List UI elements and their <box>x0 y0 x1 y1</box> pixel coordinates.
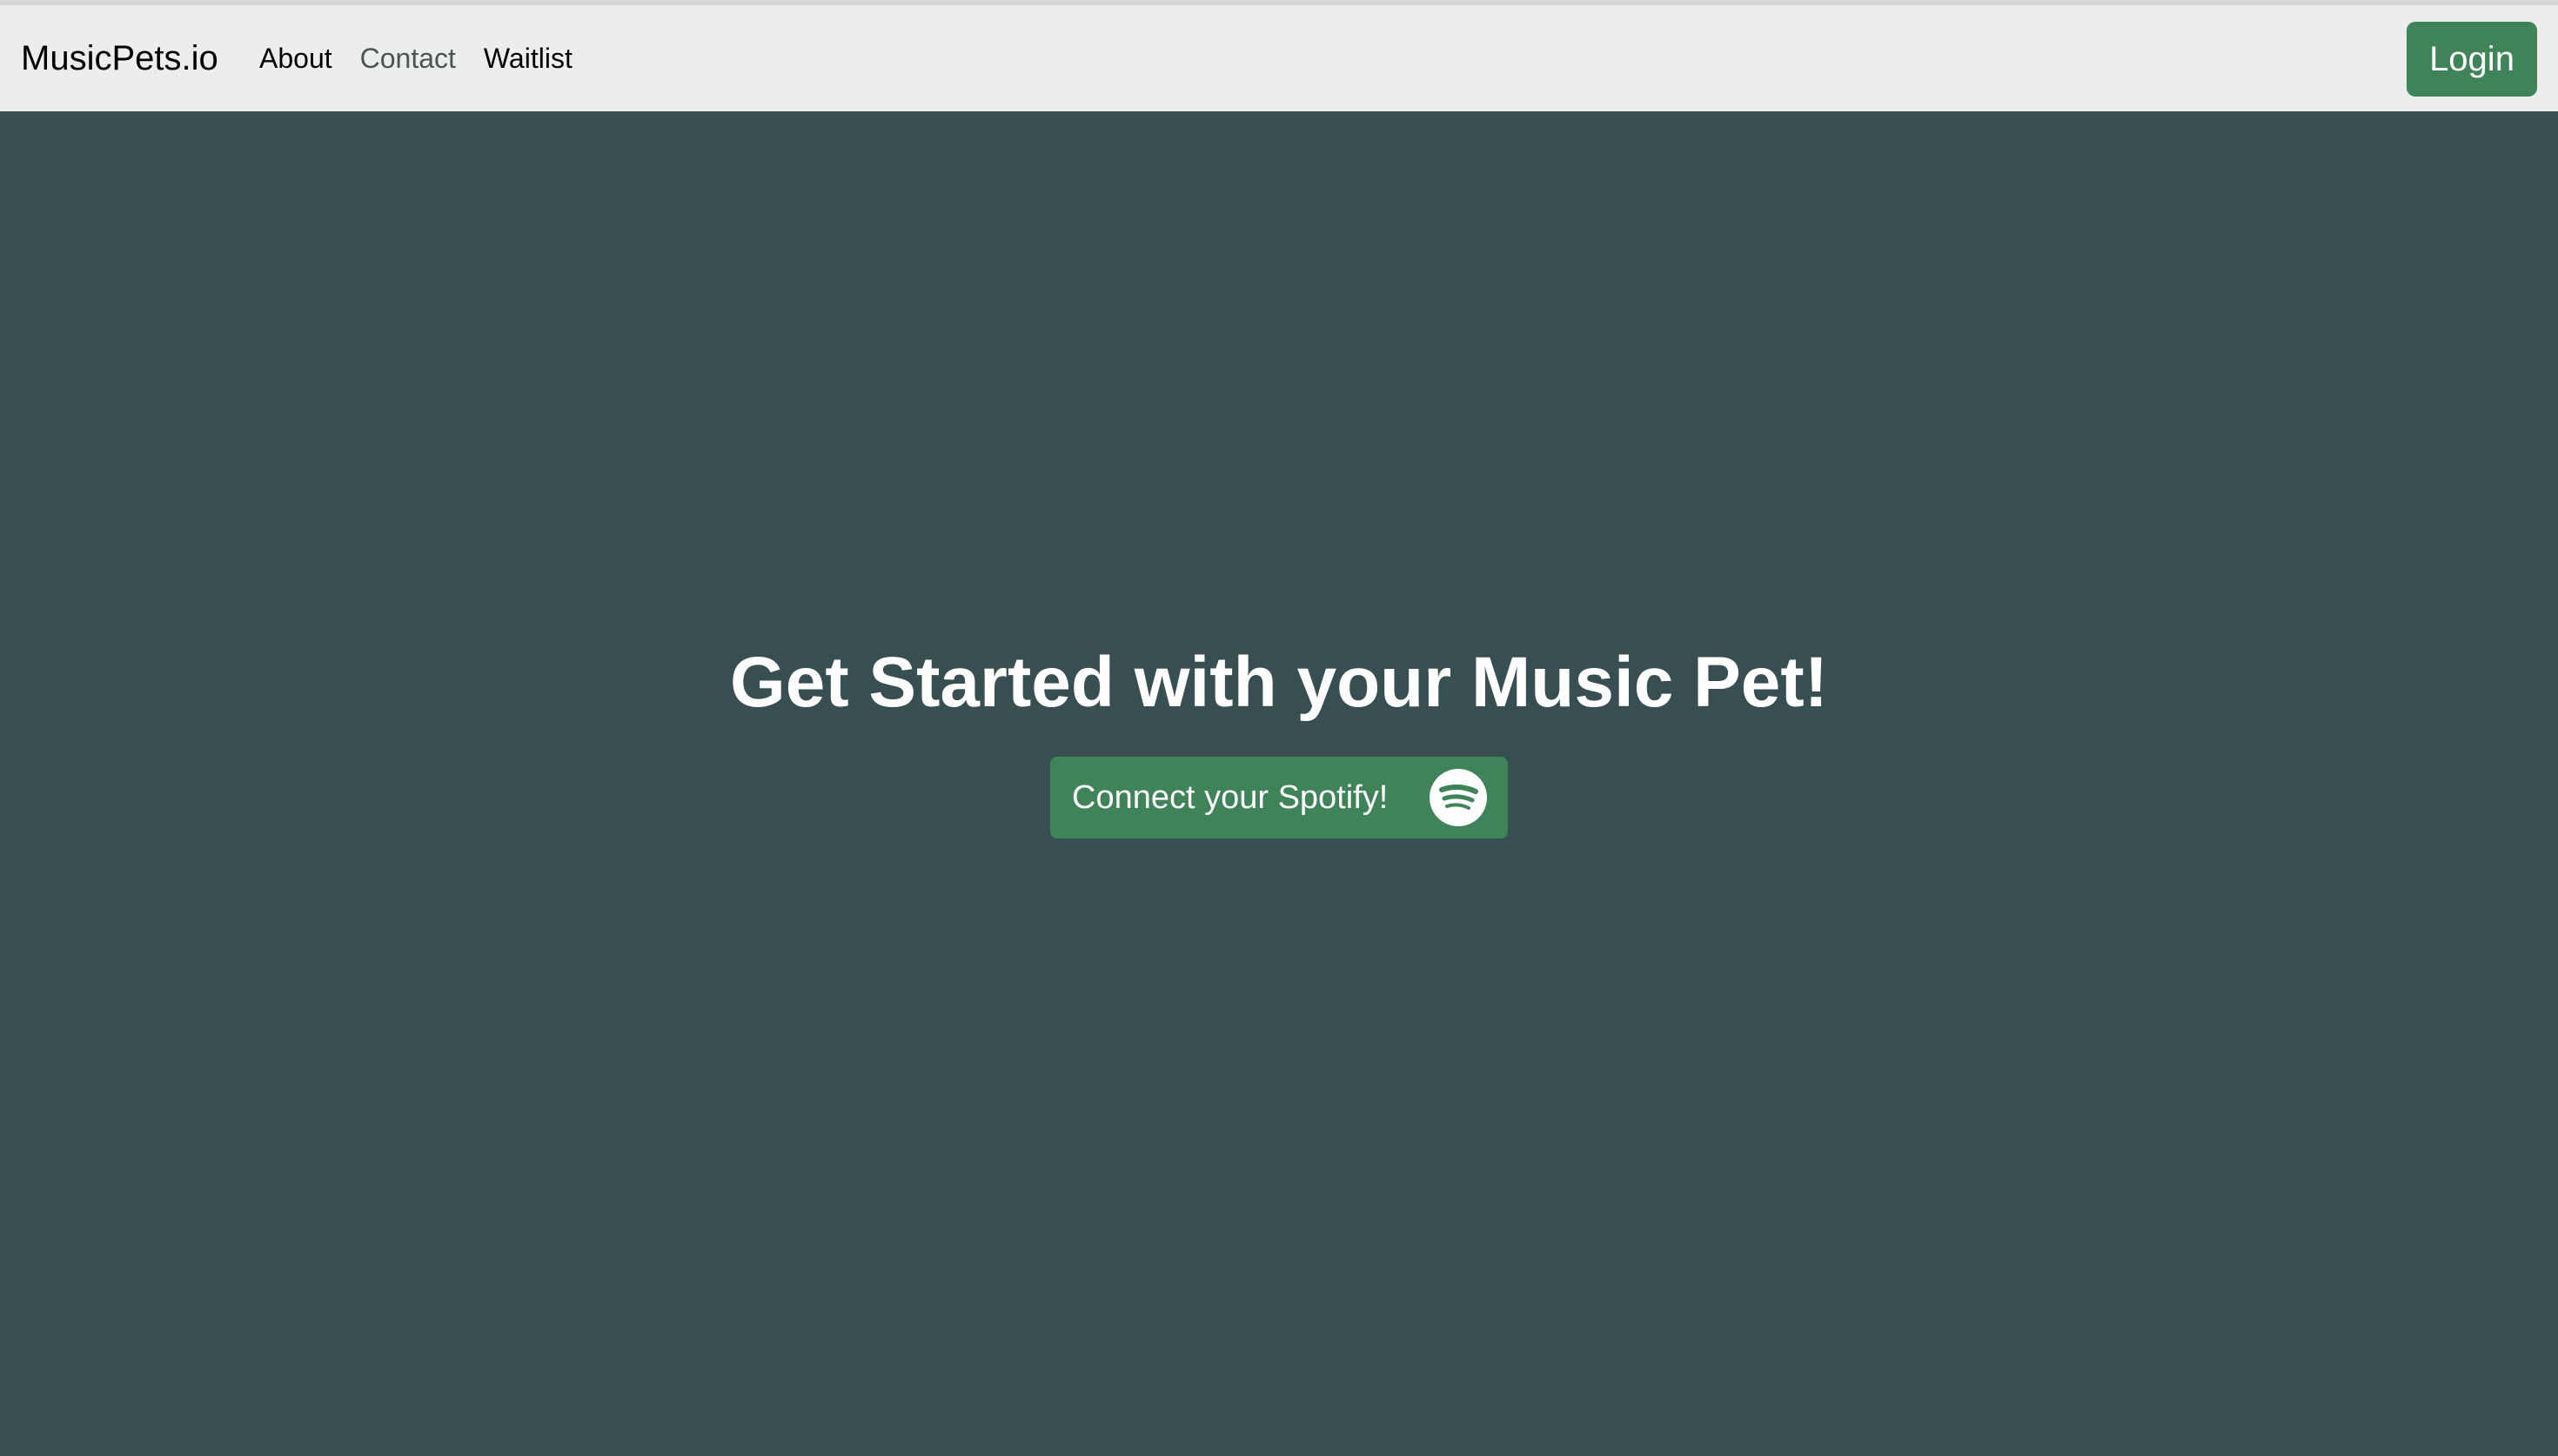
connect-spotify-button[interactable]: Connect your Spotify! <box>1050 757 1508 838</box>
nav-link-contact[interactable]: Contact <box>360 43 456 75</box>
brand-logo-link[interactable]: MusicPets.io <box>21 5 218 111</box>
navbar: MusicPets.io About Contact Waitlist Logi… <box>0 5 2558 111</box>
hero-section: Get Started with your Music Pet! Connect… <box>0 111 2558 1456</box>
spotify-icon <box>1430 769 1487 826</box>
hero-title: Get Started with your Music Pet! <box>729 643 1829 722</box>
login-button-label: Login <box>2429 39 2514 78</box>
nav-link-about[interactable]: About <box>259 43 332 75</box>
nav-links: About Contact Waitlist <box>259 5 600 111</box>
login-button[interactable]: Login <box>2407 22 2537 97</box>
connect-spotify-label: Connect your Spotify! <box>1072 778 1389 816</box>
nav-link-waitlist[interactable]: Waitlist <box>484 43 573 75</box>
